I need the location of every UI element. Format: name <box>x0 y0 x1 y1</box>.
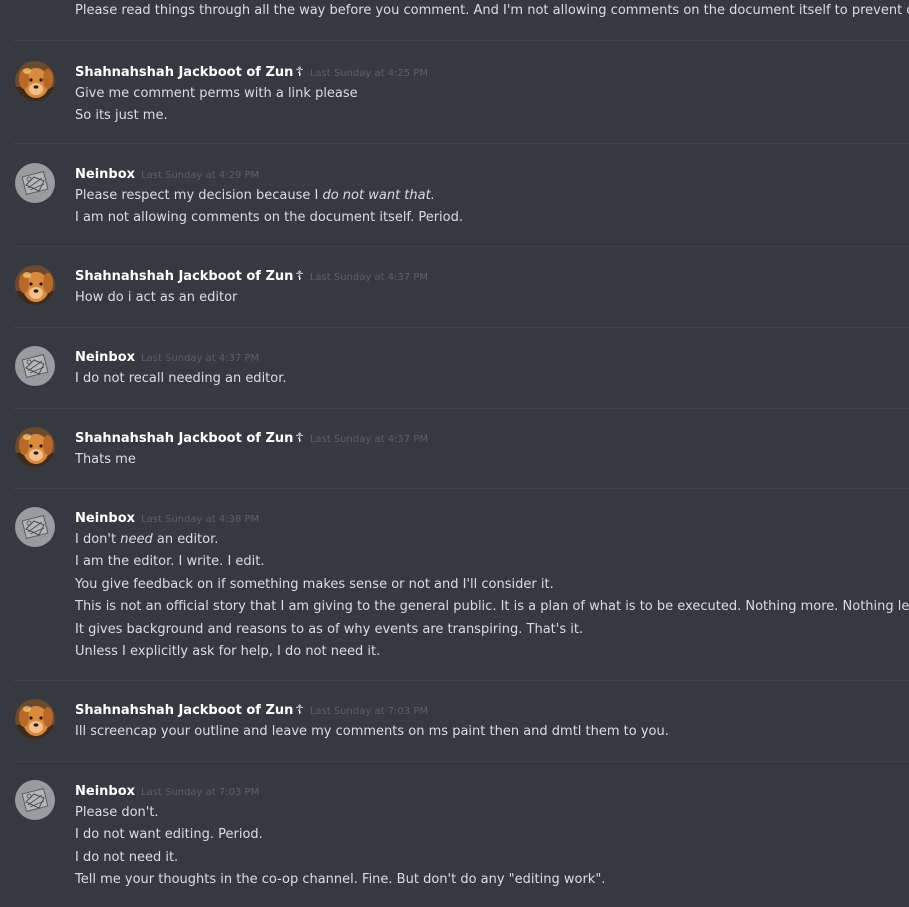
message-line: Thats me <box>75 452 136 467</box>
message-header: Neinbox Last Sunday at 7:03 PM <box>75 780 260 799</box>
username[interactable]: Shahnahshah Jackboot of Zun <box>75 269 293 284</box>
message-divider <box>14 488 909 489</box>
dog-avatar-icon[interactable] <box>15 427 55 467</box>
dog-avatar-icon[interactable] <box>15 699 55 739</box>
message-line: I am not allowing comments on the docume… <box>75 210 464 226</box>
dog-avatar-icon[interactable] <box>15 265 55 305</box>
message-divider <box>14 40 909 41</box>
timestamp: Last Sunday at 4:29 PM <box>141 170 260 181</box>
cross-badge-icon: ☦ <box>295 65 304 80</box>
message-divider <box>14 680 909 681</box>
message-text: I don't <box>75 532 121 547</box>
message-content: Please don't. I do not want editing. Peri… <box>75 802 605 892</box>
emphasized-text: do not want that. <box>322 188 435 203</box>
message-divider <box>14 327 909 328</box>
timestamp: Last Sunday at 7:03 PM <box>141 787 260 798</box>
message-line: I do not want editing. Period. <box>75 827 263 843</box>
message-line: You give feedback on if something makes … <box>75 576 554 592</box>
dog-avatar-icon[interactable] <box>15 61 55 101</box>
message-divider <box>14 408 909 409</box>
message-content: Please respect my decision because I do … <box>75 185 463 230</box>
message-content: Thats me <box>75 449 136 471</box>
message-line: I don't need an editor. <box>75 529 909 551</box>
message-header: Shahnahshah Jackboot of Zun ☦ Last Sunday … <box>75 265 428 284</box>
sketch-avatar-icon[interactable] <box>15 780 55 820</box>
message-divider <box>14 143 909 144</box>
username[interactable]: Neinbox <box>75 511 135 526</box>
message-divider <box>14 761 909 762</box>
message-text: an editor. <box>152 532 219 547</box>
message-content: How do i act as an editor <box>75 287 237 309</box>
message-line: It gives background and reasons to as of… <box>75 621 584 637</box>
sketch-avatar-icon[interactable] <box>15 507 55 547</box>
message-line: I am the editor. I write. I edit. <box>75 554 265 570</box>
message-header: Shahnahshah Jackboot of Zun ☦ Last Sunday … <box>75 699 428 718</box>
username[interactable]: Shahnahshah Jackboot of Zun <box>75 703 293 718</box>
message-line: This is not an official story that I am … <box>75 599 909 615</box>
cross-badge-icon: ☦ <box>295 431 304 446</box>
message-content: I do not recall needing an editor. <box>75 368 287 390</box>
cross-badge-icon: ☦ <box>295 703 304 718</box>
message-divider <box>14 246 909 247</box>
message-content: Give me comment perms with a link please… <box>75 83 358 128</box>
sketch-avatar-icon[interactable] <box>15 163 55 203</box>
message-line: How do i act as an editor <box>75 290 238 305</box>
username[interactable]: Neinbox <box>75 784 135 799</box>
timestamp: Last Sunday at 7:03 PM <box>309 706 428 717</box>
username[interactable]: Shahnahshah Jackboot of Zun <box>75 65 293 80</box>
message-line: Please respect my decision because I do … <box>75 185 463 207</box>
message-header: Shahnahshah Jackboot of Zun ☦ Last Sunday … <box>75 427 428 446</box>
chat-messages: Please read things through all the way b… <box>0 0 909 907</box>
message-line: I do not recall needing an editor. <box>75 371 287 386</box>
timestamp: Last Sunday at 4:37 PM <box>141 353 260 364</box>
message-line: Please read things through all the way b… <box>75 3 909 18</box>
message-line: Tell me your thoughts in the co-op chann… <box>75 872 606 888</box>
timestamp: Last Sunday at 4:38 PM <box>141 514 260 525</box>
message-content: I don't need an editor. I am the editor. … <box>75 529 909 663</box>
message-line: So its just me. <box>75 108 168 124</box>
message-text: Please respect my decision because I <box>75 188 323 203</box>
sketch-avatar-icon[interactable] <box>15 346 55 386</box>
message-header: Neinbox Last Sunday at 4:38 PM <box>75 507 260 526</box>
message-line: Please don't. <box>75 805 159 820</box>
cross-badge-icon: ☦ <box>295 269 304 284</box>
message-line: Give me comment perms with a link please <box>75 86 358 101</box>
timestamp: Last Sunday at 4:25 PM <box>309 68 428 79</box>
message-header: Neinbox Last Sunday at 4:29 PM <box>75 163 260 182</box>
username[interactable]: Neinbox <box>75 167 135 182</box>
message-content: Ill screencap your outline and leave my … <box>75 721 669 743</box>
timestamp: Last Sunday at 4:37 PM <box>309 434 428 445</box>
message-line: Ill screencap your outline and leave my … <box>75 724 669 739</box>
username[interactable]: Shahnahshah Jackboot of Zun <box>75 431 293 446</box>
message-header: Shahnahshah Jackboot of Zun ☦ Last Sunday … <box>75 61 428 80</box>
message-line: I do not need it. <box>75 849 179 865</box>
emphasized-text: need <box>120 532 153 547</box>
message-header: Neinbox Last Sunday at 4:37 PM <box>75 346 260 365</box>
message-line: Unless I explicitly ask for help, I do n… <box>75 643 381 659</box>
timestamp: Last Sunday at 4:37 PM <box>309 272 428 283</box>
username[interactable]: Neinbox <box>75 350 135 365</box>
